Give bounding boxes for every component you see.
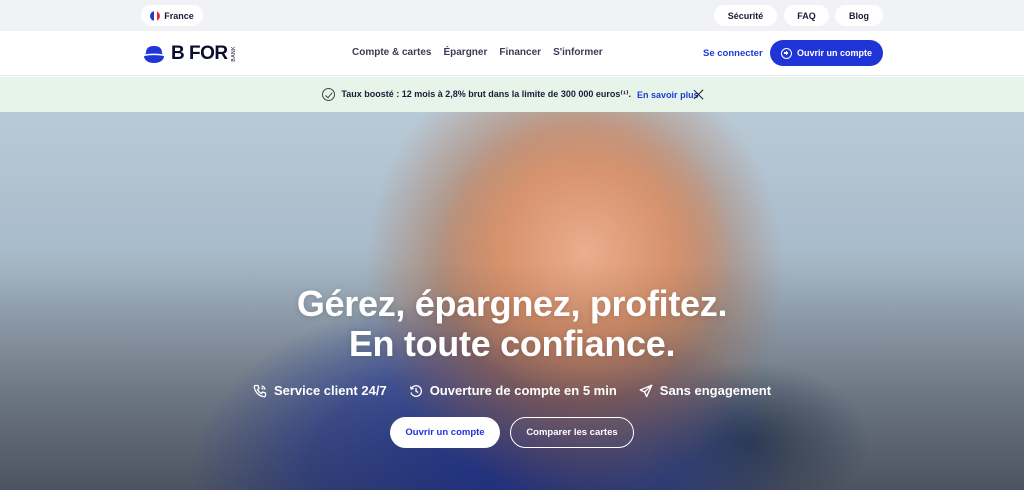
check-circle-icon	[322, 88, 336, 101]
faq-link[interactable]: FAQ	[784, 5, 829, 26]
hero-title: Gérez, épargnez, profitez. En toute conf…	[0, 284, 1024, 364]
feature-label: Ouverture de compte en 5 min	[429, 383, 617, 398]
main-nav: Compte & cartes Épargner Financer S'info…	[352, 47, 603, 58]
close-icon[interactable]	[693, 89, 704, 100]
country-selector[interactable]: France	[141, 5, 203, 26]
nav-item-epargner[interactable]: Épargner	[443, 47, 487, 58]
feature-label: Service client 24/7	[273, 383, 387, 398]
nav-item-compte-cartes[interactable]: Compte & cartes	[352, 47, 431, 58]
feature-item: Sans engagement	[639, 383, 771, 398]
hero-title-line-1: Gérez, épargnez, profitez.	[296, 283, 728, 324]
feature-label: Sans engagement	[659, 383, 772, 398]
feature-item: Service client 24/7	[253, 383, 387, 398]
compare-cards-button[interactable]: Comparer les cartes	[510, 417, 634, 448]
open-account-header-button[interactable]: Ouvrir un compte	[770, 40, 883, 66]
send-icon	[639, 384, 653, 397]
nav-item-s-informer[interactable]: S'informer	[553, 47, 603, 58]
promo-text: Taux boosté : 12 mois à 2,8% brut dans l…	[341, 89, 632, 99]
main-header: B FOR BANK Compte & cartes Épargner Fina…	[0, 31, 1024, 76]
promo-banner: Taux boosté : 12 mois à 2,8% brut dans l…	[0, 77, 1024, 112]
plus-circle-icon	[780, 47, 792, 59]
top-utility-bar: France Sécurité FAQ Blog	[0, 0, 1024, 31]
promo-learn-more-link[interactable]: En savoir plus	[637, 90, 699, 100]
hero-title-line-2: En toute confiance.	[348, 323, 676, 364]
logo-text: B FOR	[171, 43, 228, 64]
phone-icon	[253, 384, 267, 397]
logo-subtext: BANK	[230, 46, 237, 62]
clock-history-icon	[409, 384, 422, 397]
bforbank-logo-icon	[143, 46, 165, 63]
security-link[interactable]: Sécurité	[714, 5, 777, 26]
open-account-hero-button[interactable]: Ouvrir un compte	[390, 417, 500, 448]
open-account-header-label: Ouvrir un compte	[796, 48, 872, 58]
feature-item: Ouverture de compte en 5 min	[409, 383, 617, 398]
blog-link[interactable]: Blog	[835, 5, 883, 26]
hero-features: Service client 24/7 Ouverture de compte …	[0, 383, 1024, 398]
brand-logo[interactable]: B FOR BANK	[143, 41, 237, 67]
country-label: France	[164, 10, 194, 21]
france-flag-icon	[150, 10, 161, 21]
nav-item-financer[interactable]: Financer	[499, 47, 541, 58]
login-link[interactable]: Se connecter	[703, 48, 763, 59]
hero-section: Gérez, épargnez, profitez. En toute conf…	[0, 112, 1024, 490]
